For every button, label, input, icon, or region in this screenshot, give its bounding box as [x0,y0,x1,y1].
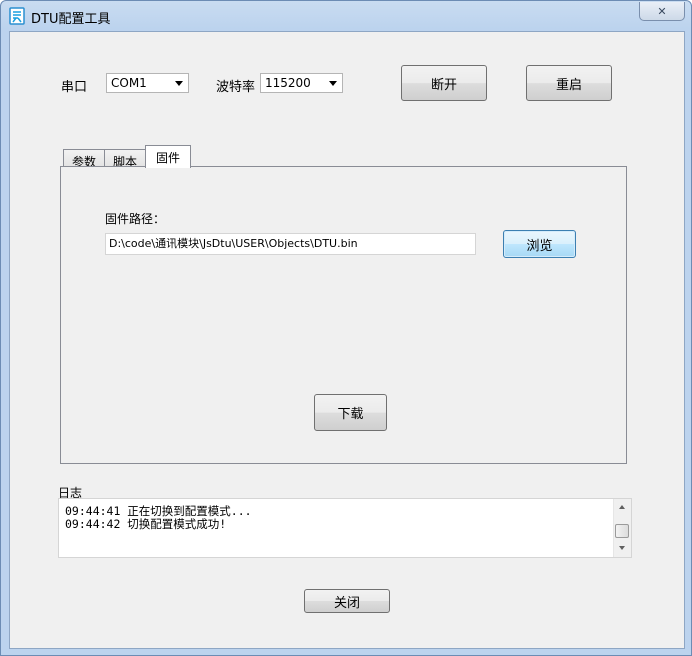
close-icon: ✕ [657,4,667,18]
browse-button[interactable]: 浏览 [503,230,576,258]
firmware-path-label: 固件路径： [105,212,166,226]
baud-label: 波特率 [216,80,256,95]
firmware-path-input[interactable]: D:\code\通讯模块\JsDtu\USER\Objects\DTU.bin [105,233,476,255]
tab-script[interactable]: 脚本 [104,149,146,169]
scrollbar-thumb[interactable] [615,524,629,538]
window-title: DTU配置工具 [31,12,111,27]
log-scrollbar[interactable] [613,499,631,557]
chevron-down-icon [175,81,183,86]
close-button[interactable]: 关闭 [304,589,390,613]
disconnect-button[interactable]: 断开 [401,65,487,101]
log-line: 09:44:42 切换配置模式成功! [65,517,227,531]
scroll-down-icon[interactable] [619,546,625,550]
port-value: COM1 [111,76,147,90]
port-select[interactable]: COM1 [106,73,189,93]
app-window: DTU配置工具 ✕ 串口 COM1 波特率 115200 断开 重启 参数 脚本 [0,0,692,656]
tab-params[interactable]: 参数 [63,149,105,169]
chevron-down-icon [329,81,337,86]
browse-label: 浏览 [526,238,553,254]
log-textarea[interactable]: 09:44:41 正在切换到配置模式... 09:44:42 切换配置模式成功! [58,498,632,558]
scroll-up-icon[interactable] [619,505,625,509]
baud-select[interactable]: 115200 [260,73,343,93]
title-bar[interactable]: DTU配置工具 ✕ [1,1,691,31]
download-label: 下载 [337,407,364,422]
restart-button[interactable]: 重启 [526,65,612,101]
disconnect-label: 断开 [430,77,457,93]
main-panel: 串口 COM1 波特率 115200 断开 重启 参数 脚本 固件 固件路径： [9,31,685,649]
window-close-button[interactable]: ✕ [639,2,685,21]
close-label: 关闭 [333,595,360,611]
firmware-path-value: D:\code\通讯模块\JsDtu\USER\Objects\DTU.bin [109,237,358,250]
app-icon [9,7,25,25]
baud-value: 115200 [265,76,311,90]
tab-firmware-label: 固件 [155,151,180,165]
restart-label: 重启 [555,77,582,93]
firmware-tab-panel: 固件路径： D:\code\通讯模块\JsDtu\USER\Objects\DT… [60,166,627,464]
port-label: 串口 [61,80,88,95]
tab-firmware[interactable]: 固件 [145,145,191,168]
download-button[interactable]: 下载 [314,394,387,431]
